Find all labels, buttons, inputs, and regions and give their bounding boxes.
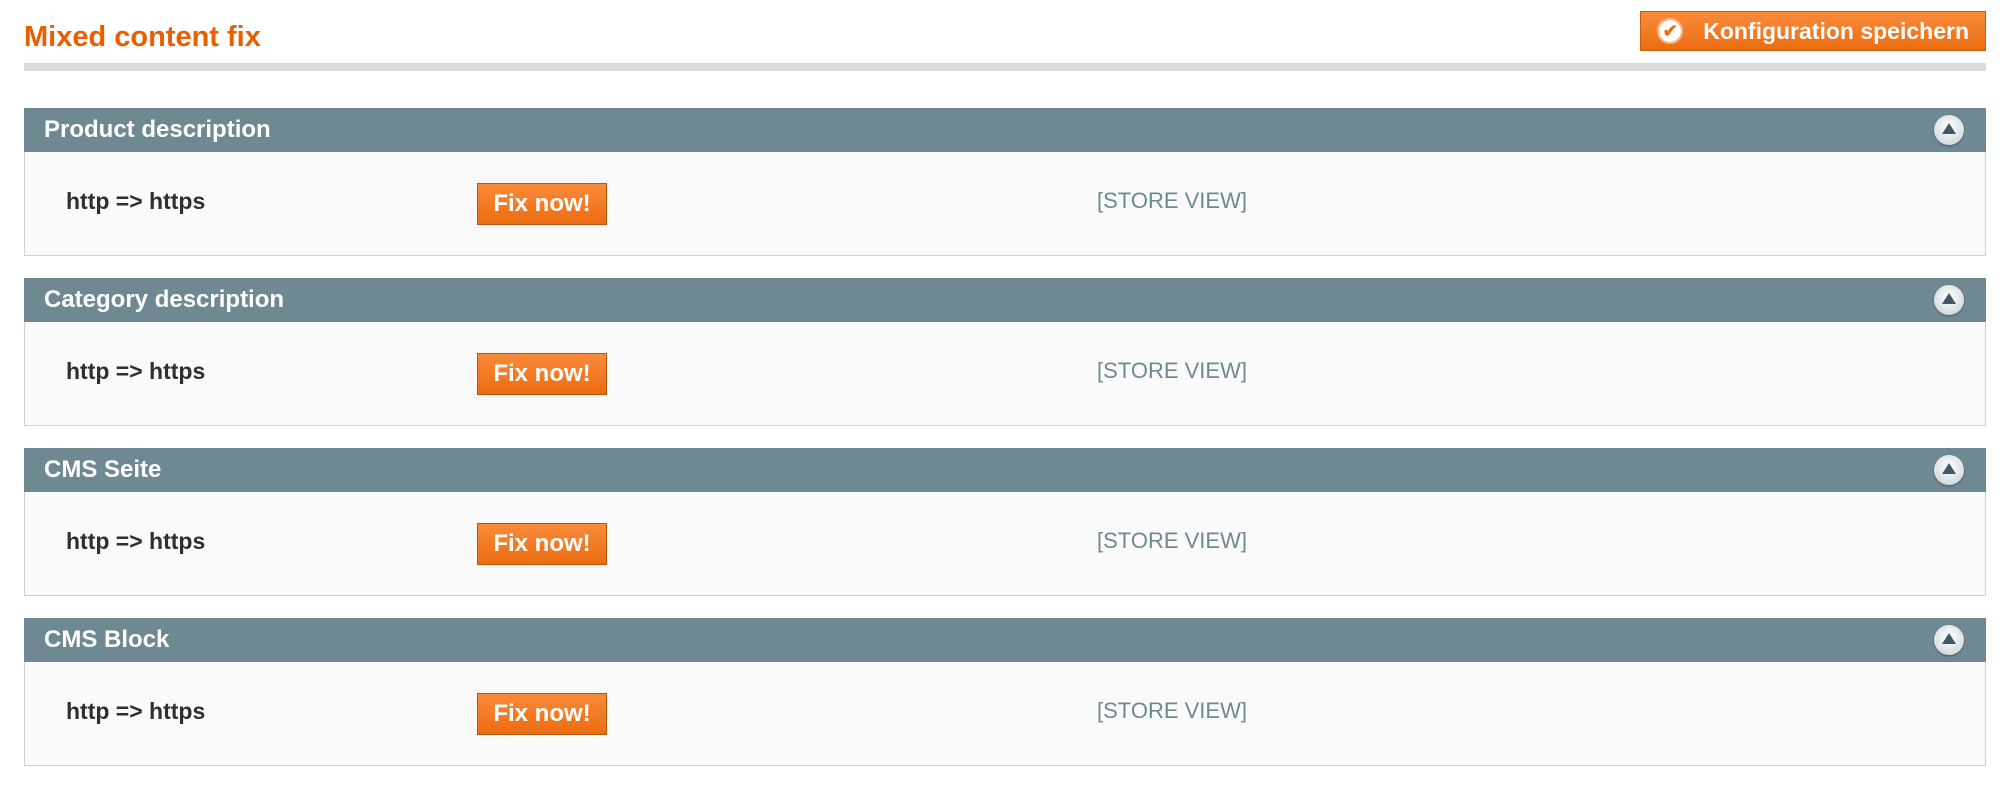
section-cms-block: CMS Block http => https Fix now! [STORE … — [24, 618, 1986, 766]
page-header: Mixed content fix ✔ Konfiguration speich… — [24, 0, 1986, 72]
fix-now-button[interactable]: Fix now! — [477, 693, 607, 735]
section-body: http => https Fix now! [STORE VIEW] — [24, 492, 1986, 596]
section-header[interactable]: Category description — [24, 278, 1986, 322]
fix-now-button[interactable]: Fix now! — [477, 183, 607, 225]
fix-now-button[interactable]: Fix now! — [477, 523, 607, 565]
section-header[interactable]: CMS Block — [24, 618, 1986, 662]
checkmark-icon: ✔ — [1657, 18, 1684, 44]
scope-label: [STORE VIEW] — [1097, 528, 1247, 553]
row-label: http => https — [66, 358, 206, 384]
fix-now-button[interactable]: Fix now! — [477, 353, 607, 395]
scope-label: [STORE VIEW] — [1097, 698, 1247, 723]
save-config-label: Konfiguration speichern — [1703, 17, 1969, 44]
collapse-icon[interactable] — [1934, 285, 1964, 315]
row-label: http => https — [66, 188, 206, 214]
row-label: http => https — [66, 698, 206, 724]
section-cms-seite: CMS Seite http => https Fix now! [STORE … — [24, 448, 1986, 596]
section-title: CMS Seite — [44, 456, 162, 483]
title-divider — [24, 63, 1986, 71]
section-header[interactable]: Product description — [24, 108, 1986, 152]
section-header[interactable]: CMS Seite — [24, 448, 1986, 492]
config-page: Mixed content fix ✔ Konfiguration speich… — [0, 0, 2002, 794]
scope-label: [STORE VIEW] — [1097, 188, 1247, 213]
section-product-description: Product description http => https Fix no… — [24, 108, 1986, 256]
row-label: http => https — [66, 528, 206, 554]
section-body: http => https Fix now! [STORE VIEW] — [24, 322, 1986, 426]
page-title: Mixed content fix — [24, 21, 261, 53]
collapse-icon[interactable] — [1934, 625, 1964, 655]
scope-label: [STORE VIEW] — [1097, 358, 1247, 383]
section-title: Product description — [44, 116, 271, 143]
collapse-icon[interactable] — [1934, 115, 1964, 145]
save-config-button[interactable]: ✔ Konfiguration speichern — [1640, 11, 1986, 51]
collapse-icon[interactable] — [1934, 455, 1964, 485]
section-title: Category description — [44, 286, 285, 313]
section-category-description: Category description http => https Fix n… — [24, 278, 1986, 426]
section-body: http => https Fix now! [STORE VIEW] — [24, 152, 1986, 256]
section-body: http => https Fix now! [STORE VIEW] — [24, 662, 1986, 766]
section-title: CMS Block — [44, 626, 170, 653]
